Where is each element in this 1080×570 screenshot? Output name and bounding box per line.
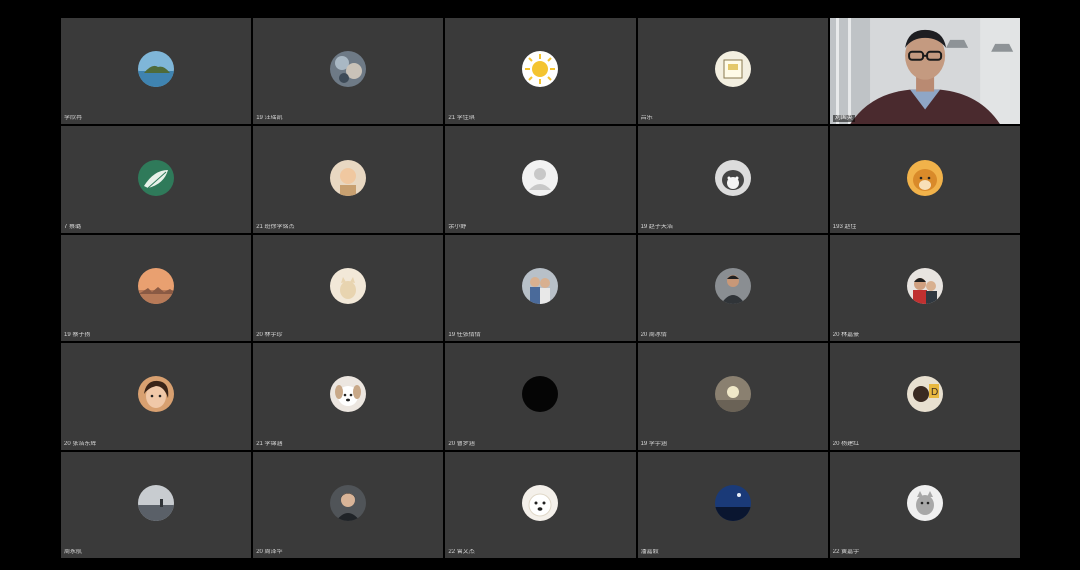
participant-tile[interactable]: D 20 杨建红 — [829, 343, 1020, 450]
participant-name: 21 班徐李铭杰 — [256, 223, 295, 230]
video-grid: 李欣冉 19 汪瑶凯 21 李佳琪 吕乐 刘国英 7 蔡璐 21 班徐李铭杰 余… — [61, 18, 1020, 558]
man-portrait-icon — [714, 267, 751, 304]
participant-tile[interactable]: 20 林嘉豪 — [829, 234, 1020, 342]
participant-tile[interactable]: 20 林宇珍 — [253, 234, 444, 342]
participant-name: 193 赵佳 — [832, 223, 857, 230]
cartoon-collage-photo-icon — [330, 51, 367, 88]
shiba-dog-photo-icon — [906, 159, 943, 196]
couple-photo-icon — [522, 267, 559, 304]
participant-name: 刘国英 — [832, 115, 855, 123]
participant-name: 20 周冰倩 — [640, 332, 667, 339]
cat-in-light-photo-icon — [330, 267, 367, 304]
girl-selfie-icon — [138, 376, 175, 413]
participant-name: 21 李锦涵 — [256, 440, 283, 447]
participant-tile[interactable]: 潘嘉毅 — [637, 451, 828, 558]
camera-video-feed — [829, 18, 1020, 125]
participant-name: 20 周泽华 — [256, 549, 283, 555]
participant-name: 20 曹梦涵 — [448, 440, 475, 447]
participant-tile[interactable]: 22 曾文杰 — [445, 451, 636, 558]
participant-name: 19 李宇涵 — [640, 440, 667, 447]
participant-name: 19 汪瑶凯 — [256, 115, 283, 122]
svg-text:D: D — [931, 387, 938, 398]
participant-tile[interactable]: 19 任张倩倩 — [445, 234, 636, 342]
participant-tile[interactable]: 19 汪瑶凯 — [253, 18, 444, 125]
participant-tile[interactable]: 19 李宇涵 — [637, 343, 828, 450]
animal-drawing-icon — [906, 484, 943, 521]
participant-tile[interactable]: 20 张浩东辉 — [61, 343, 252, 450]
participant-tile[interactable]: 19 赵子天浩 — [637, 126, 828, 233]
puppy-dog-photo-icon — [330, 376, 367, 413]
participant-tile[interactable]: 余小野 — [445, 126, 636, 233]
paper-sketch-photo-icon — [714, 51, 751, 88]
participant-name: 22 黄嘉宇 — [832, 549, 860, 555]
participant-name: 20 杨建红 — [832, 440, 860, 447]
husky-dog-photo-icon — [714, 159, 751, 196]
participant-name: 7 蔡璐 — [64, 223, 82, 230]
participant-name: 21 李佳琪 — [448, 115, 475, 122]
sunset-sky-photo-icon — [138, 267, 175, 304]
sun-cartoon-icon — [522, 51, 559, 88]
participant-name: 李欣冉 — [64, 115, 83, 122]
participant-name: 潘嘉毅 — [640, 549, 659, 555]
boy-portrait-icon — [330, 484, 367, 521]
landscape-photo-icon — [138, 484, 175, 521]
black-circle-icon — [522, 376, 559, 413]
participant-name: 周永航 — [64, 549, 83, 555]
child-portrait-icon — [330, 159, 367, 196]
white-dog-photo-icon — [522, 484, 559, 521]
island-sea-photo-icon — [138, 51, 175, 88]
default-user-icon — [522, 159, 559, 196]
participant-tile[interactable]: 20 曹梦涵 — [445, 343, 636, 450]
participant-tile[interactable]: 吕乐 — [637, 18, 828, 125]
moon-light-photo-icon — [714, 376, 751, 413]
participant-tile[interactable]: 21 班徐李铭杰 — [253, 126, 444, 233]
participant-tile[interactable]: 21 李锦涵 — [253, 343, 444, 450]
participant-tile[interactable]: 21 李佳琪 — [445, 18, 636, 125]
participant-name: 19 蔡子扬 — [64, 332, 91, 339]
participant-tile[interactable]: 李欣冉 — [61, 18, 252, 125]
leaf-green-photo-icon — [138, 159, 175, 196]
two-people-photo-icon — [906, 267, 943, 304]
participant-name: 吕乐 — [640, 115, 653, 122]
active-speaker-video-tile[interactable]: 刘国英 — [829, 18, 1020, 125]
letter-d-photo-icon: D — [906, 376, 943, 413]
night-sky-photo-icon — [714, 484, 751, 521]
participant-name: 余小野 — [448, 223, 467, 230]
participant-tile[interactable]: 19 蔡子扬 — [61, 234, 252, 342]
participant-tile[interactable]: 22 黄嘉宇 — [829, 451, 1020, 558]
participant-name: 20 林嘉豪 — [832, 332, 860, 339]
participant-name: 20 张浩东辉 — [64, 440, 97, 447]
participant-tile[interactable]: 20 周冰倩 — [637, 234, 828, 342]
participant-tile[interactable]: 193 赵佳 — [829, 126, 1020, 233]
participant-name: 20 林宇珍 — [256, 332, 283, 339]
participant-tile[interactable]: 20 周泽华 — [253, 451, 444, 558]
participant-tile[interactable]: 7 蔡璐 — [61, 126, 252, 233]
participant-tile[interactable]: 周永航 — [61, 451, 252, 558]
participant-name: 22 曾文杰 — [448, 549, 475, 555]
participant-name: 19 赵子天浩 — [640, 223, 673, 230]
participant-name: 19 任张倩倩 — [448, 332, 481, 339]
